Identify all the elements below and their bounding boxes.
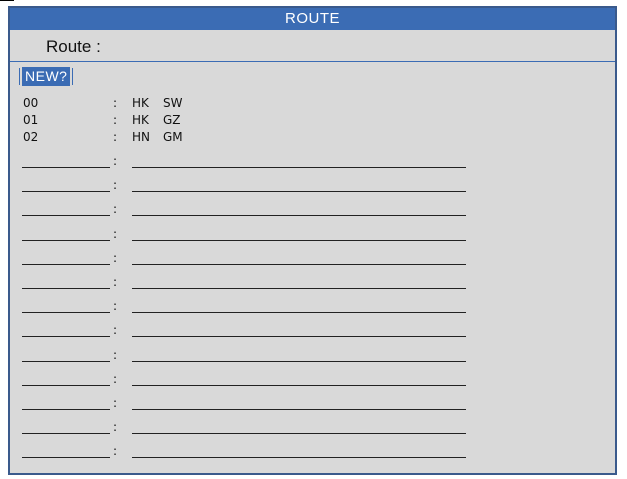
route-code: 02 [23,130,39,144]
route-name-field[interactable] [132,336,466,337]
route-code-field[interactable] [22,336,110,337]
route-name-field[interactable] [132,433,466,434]
route-code-field[interactable] [22,264,110,265]
empty-route-slot[interactable]: : [10,153,615,175]
route-name-field[interactable] [132,215,466,216]
route-entry[interactable]: 01: HK GZ [10,113,615,131]
route-separator: : [113,323,118,337]
route-separator: : [113,227,118,241]
route-separator: : [113,178,118,192]
empty-route-slot[interactable]: : [10,201,615,223]
route-code-field[interactable] [22,433,110,434]
route-name-field[interactable] [132,264,466,265]
route-separator: : [113,396,118,410]
empty-route-slot[interactable]: : [10,347,615,369]
route-code-field[interactable] [22,361,110,362]
empty-route-slot[interactable]: : [10,468,615,473]
route-separator: : [113,251,118,265]
empty-route-slot[interactable]: : [10,371,615,393]
route-name-field[interactable] [132,191,466,192]
route-code: 01 [23,113,39,127]
route-origin: HN [132,130,150,144]
route-separator: : [113,154,118,168]
route-code: 00 [23,96,39,110]
route-destination: GM [163,130,183,144]
route-code-field[interactable] [22,457,110,458]
route-separator: : [113,299,118,313]
empty-route-slot[interactable]: : [10,250,615,272]
route-separator: : [113,96,118,110]
route-destination: GZ [163,113,181,127]
route-code-field[interactable] [22,288,110,289]
route-code-field[interactable] [22,240,110,241]
window-title: ROUTE [10,8,615,30]
empty-route-slot[interactable]: : [10,226,615,248]
route-separator: : [113,469,117,473]
route-separator: : [113,275,118,289]
route-window: ROUTE Route : NEW? 00: HK SW 01: HK GZ 02: HN GM… [8,6,617,475]
route-separator: : [113,130,118,144]
route-name-field[interactable] [132,312,466,313]
route-separator: : [113,348,118,362]
empty-route-slot[interactable]: : [10,177,615,199]
route-name-field[interactable] [132,409,466,410]
route-entry[interactable]: 00: HK SW [10,96,615,114]
new-route-button[interactable]: NEW? [18,67,74,86]
empty-route-slot[interactable]: : [10,395,615,417]
route-code-field[interactable] [22,167,110,168]
route-name-field[interactable] [132,457,466,458]
route-name-field[interactable] [132,240,466,241]
empty-route-slot[interactable]: : [10,443,615,465]
empty-route-slot[interactable]: : [10,419,615,441]
route-separator: : [113,113,118,127]
corner-mark [0,0,14,1]
route-destination: SW [163,96,183,110]
route-separator: : [113,444,118,458]
empty-route-slot[interactable]: : [10,298,615,320]
route-name-field[interactable] [132,361,466,362]
route-code-field[interactable] [22,215,110,216]
route-origin: HK [132,113,149,127]
route-code-field[interactable] [22,191,110,192]
route-code-field[interactable] [22,312,110,313]
route-separator: : [113,202,118,216]
empty-route-slot[interactable]: : [10,322,615,344]
route-entry[interactable]: 02: HN GM [10,130,615,148]
route-field-label: Route : [46,37,101,56]
route-origin: HK [132,96,149,110]
route-code-field[interactable] [22,409,110,410]
route-separator-line [10,61,615,62]
route-name-field[interactable] [132,288,466,289]
empty-route-slot[interactable]: : [10,274,615,296]
route-separator: : [113,420,118,434]
route-name-field[interactable] [132,167,466,168]
route-code-field[interactable] [22,385,110,386]
route-separator: : [113,372,118,386]
route-name-field[interactable] [132,385,466,386]
